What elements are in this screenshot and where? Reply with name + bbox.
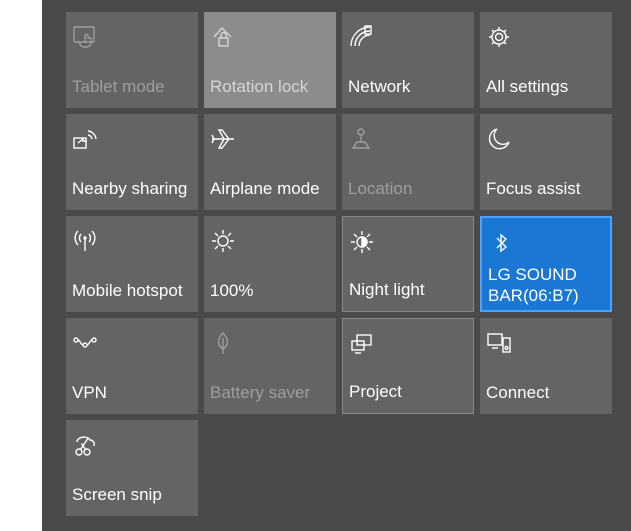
tile-label: Tablet mode [72,77,165,96]
location-icon [348,126,374,152]
tile-label: Network [348,77,411,96]
vpn-tile[interactable]: VPN [66,318,198,414]
network-icon [348,24,374,50]
nearby-sharing-tile[interactable]: Nearby sharing [66,114,198,210]
night-light-icon [349,229,375,255]
tile-label: Battery saver [210,383,311,402]
connect-tile[interactable]: Connect [480,318,612,414]
hotspot-icon [72,228,98,254]
tile-label: VPN [72,383,107,402]
moon-icon [486,126,512,152]
tile-label: Night light [349,280,425,299]
tile-label: Project [349,382,402,401]
screen-snip-icon [72,432,98,458]
tile-label: LG SOUND BAR(06:B7) [488,265,579,305]
tile-label: Connect [486,383,550,402]
project-icon [349,331,375,357]
rotation-lock-icon [210,24,236,50]
network-tile[interactable]: Network [342,12,474,108]
tile-label: Nearby sharing [72,179,188,198]
tile-label: Rotation lock [210,77,309,96]
bluetooth-device-tile[interactable]: LG SOUND BAR(06:B7) [480,216,612,312]
project-tile[interactable]: Project [342,318,474,414]
tile-label: Screen snip [72,485,162,504]
all-settings-tile[interactable]: All settings [480,12,612,108]
tablet-mode-icon [72,24,98,50]
night-light-tile[interactable]: Night light [342,216,474,312]
battery-saver-icon [210,330,236,356]
vpn-icon [72,330,98,356]
mobile-hotspot-tile[interactable]: Mobile hotspot [66,216,198,312]
brightness-tile[interactable]: 100% [204,216,336,312]
gear-icon [486,24,512,50]
airplane-mode-tile[interactable]: Airplane mode [204,114,336,210]
connect-icon [486,330,512,356]
focus-assist-tile[interactable]: Focus assist [480,114,612,210]
action-center-quick-actions: Tablet mode Rotation lock Network All se… [42,0,631,531]
airplane-icon [210,126,236,152]
tablet-mode-tile[interactable]: Tablet mode [66,12,198,108]
tile-label: Airplane mode [210,179,320,198]
tile-label: Mobile hotspot [72,281,183,300]
battery-saver-tile[interactable]: Battery saver [204,318,336,414]
screen-snip-tile[interactable]: Screen snip [66,420,198,516]
nearby-sharing-icon [72,126,98,152]
brightness-icon [210,228,236,254]
bluetooth-icon [488,230,514,256]
tile-label: Focus assist [486,179,581,198]
tile-label: Location [348,179,413,198]
tile-label: All settings [486,77,569,96]
tile-label: 100% [210,281,254,300]
rotation-lock-tile[interactable]: Rotation lock [204,12,336,108]
location-tile[interactable]: Location [342,114,474,210]
